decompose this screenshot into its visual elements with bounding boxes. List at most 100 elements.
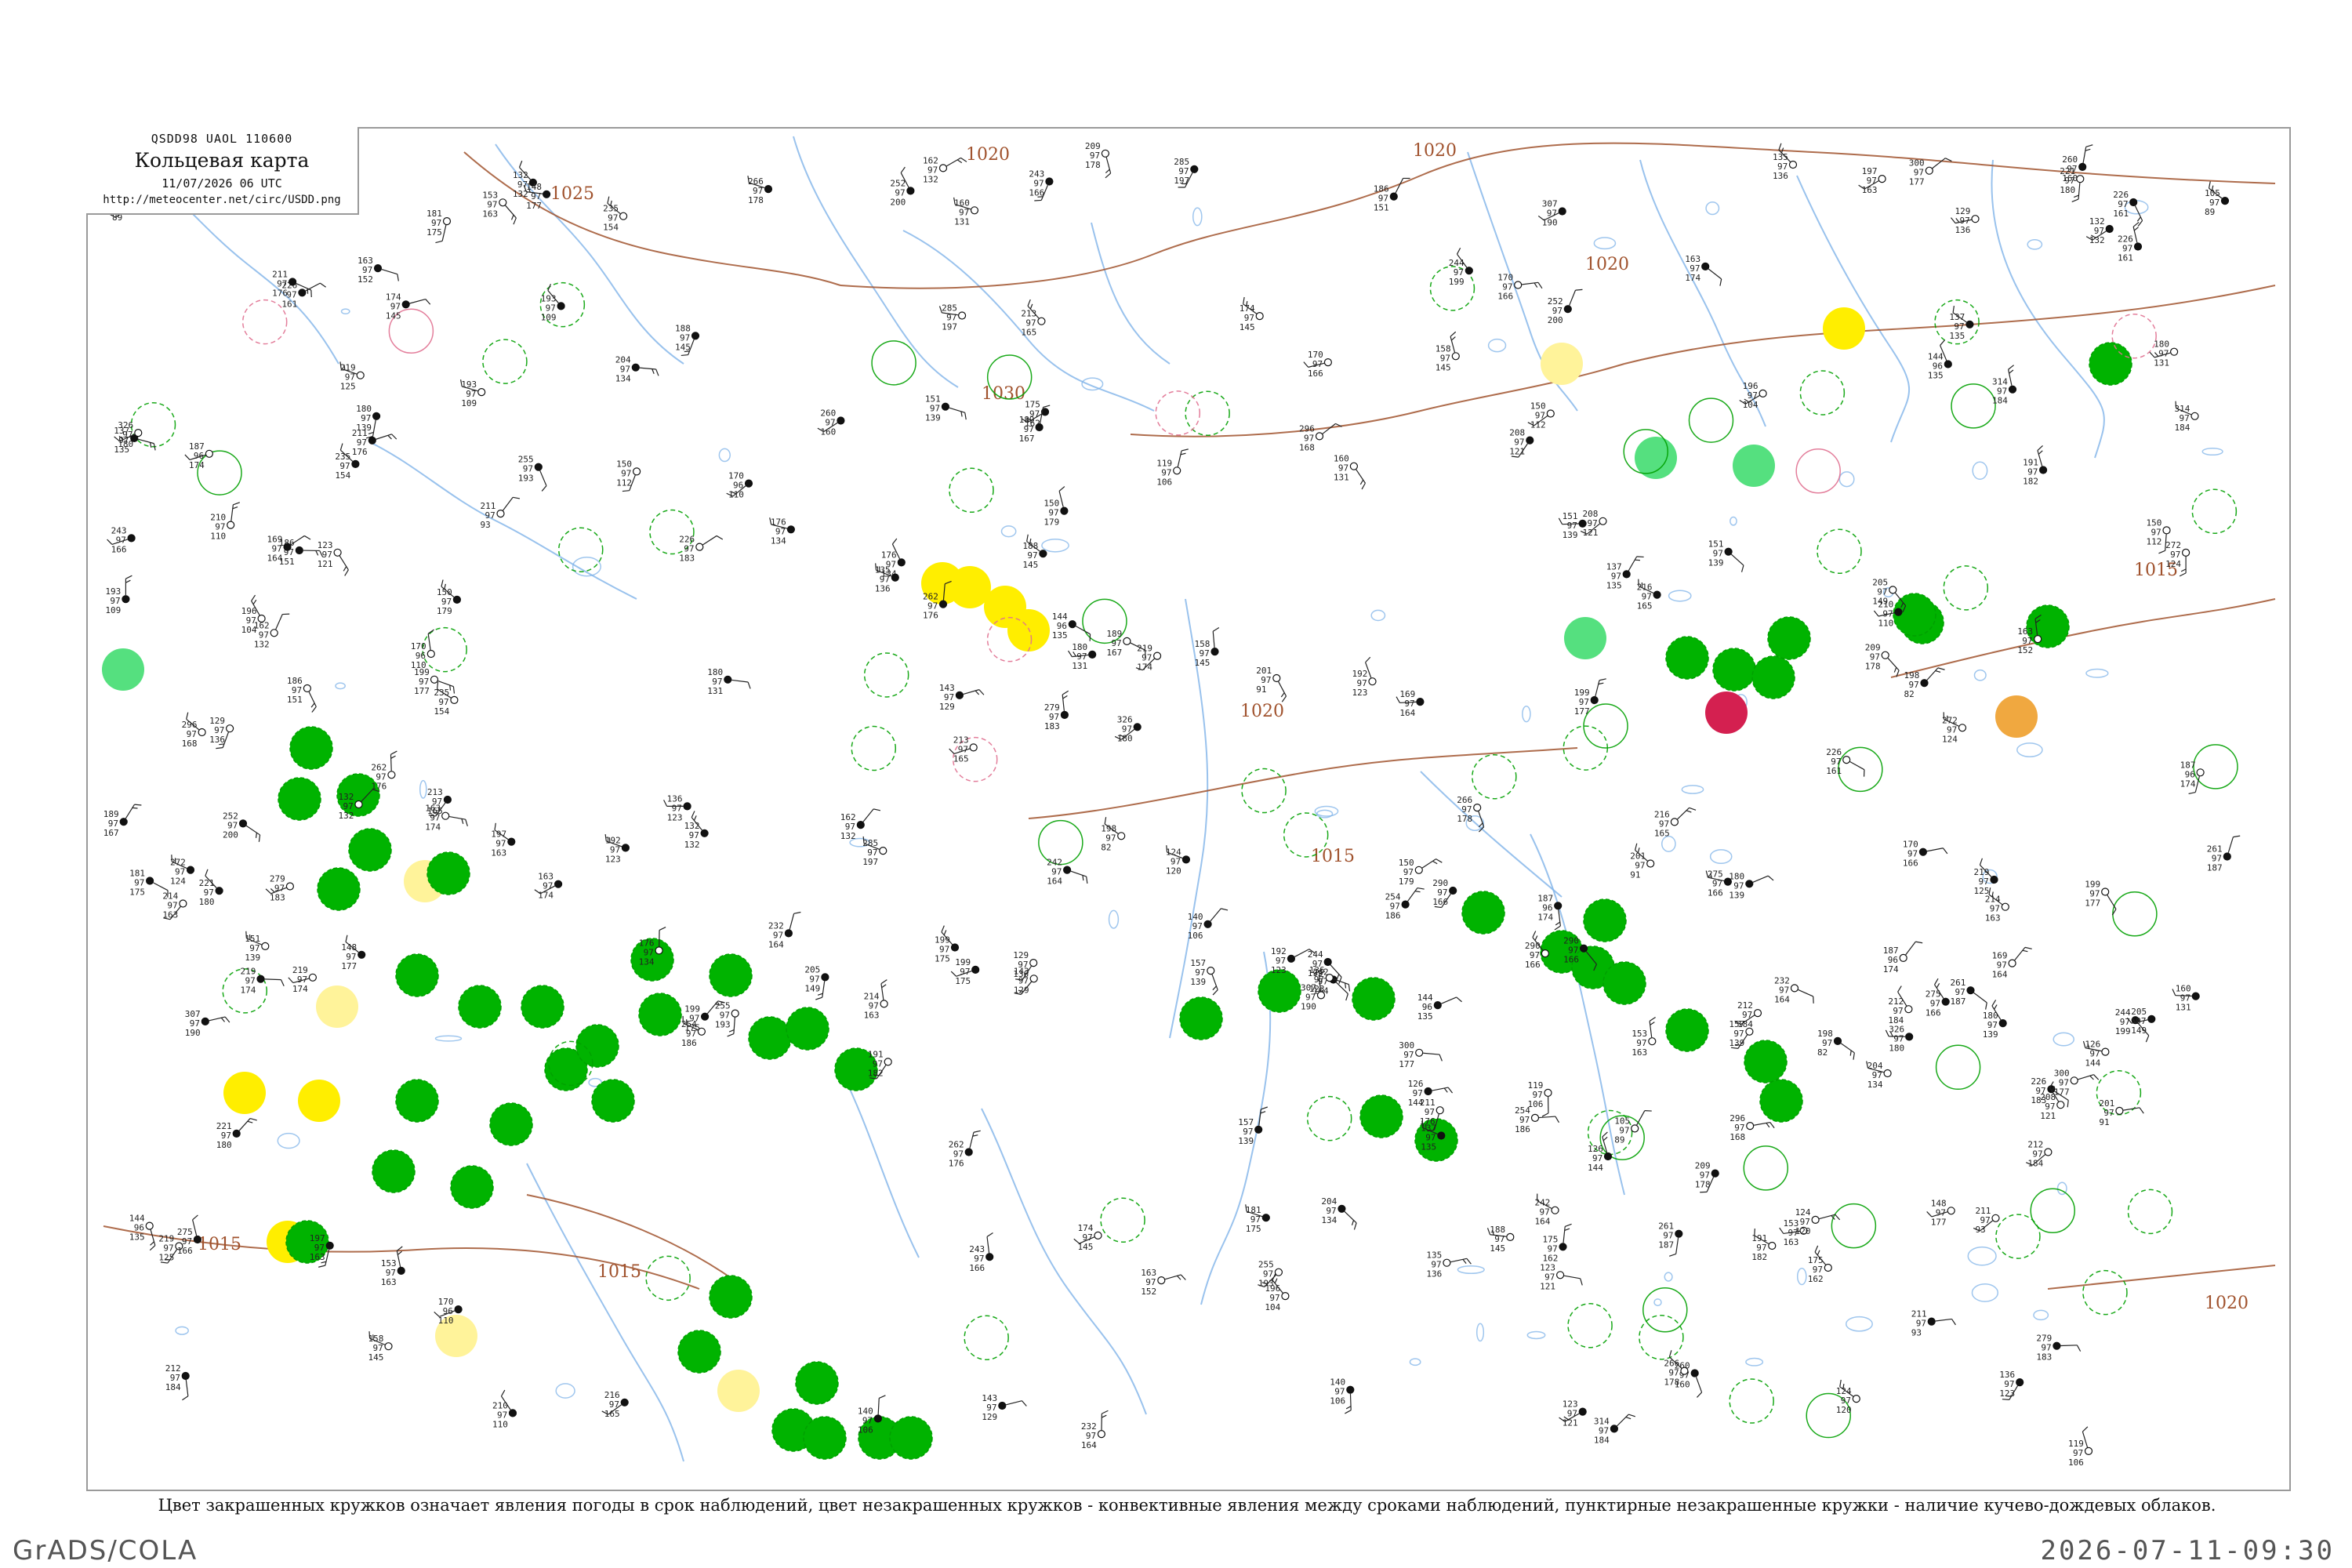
station-plot-icon — [880, 1000, 888, 1008]
station-plot-icon — [1947, 1207, 1955, 1215]
station-plot: 11997106 — [1528, 1080, 1552, 1117]
station-pressure: 174 — [1685, 273, 1700, 283]
station-pressure: 190 — [1301, 1001, 1316, 1011]
station-plot: 23297164 — [768, 911, 801, 949]
station-pressure: 123 — [605, 854, 621, 864]
station-pressure: 165 — [1654, 828, 1670, 838]
station-plot-icon — [1590, 695, 1599, 705]
map-url[interactable]: http://meteocenter.net/circ/USDD.png — [86, 194, 358, 206]
station-plot: 21997174 — [1135, 644, 1162, 673]
station-plot: 21697165 — [1637, 579, 1661, 612]
station-plot: 15197139 — [245, 931, 270, 963]
weather-fog-circle — [223, 1072, 266, 1114]
station-plot-icon — [884, 1058, 892, 1066]
station-plot-icon — [1255, 312, 1264, 321]
station-pressure: 106 — [858, 1425, 873, 1435]
station-pressure: 106 — [2068, 1457, 2084, 1468]
station-plot: 31497184 — [1992, 365, 2017, 406]
station-plot-icon — [1190, 165, 1199, 173]
weather-shower_light-circle — [102, 648, 144, 691]
isobar-line — [840, 142, 2276, 289]
station-plot-icon — [2129, 198, 2138, 207]
station-pressure: 166 — [1308, 368, 1323, 379]
wind-barb-icon — [2123, 1107, 2144, 1114]
station-plot: 12497120 — [1166, 845, 1191, 876]
station-plot-icon — [430, 675, 439, 684]
station-plot: 15197139 — [1708, 539, 1744, 572]
weather-rain-circle — [1359, 1094, 1403, 1138]
cumulonimbus-ring — [2191, 488, 2238, 534]
station-pressure: 187 — [1951, 996, 1966, 1007]
cumulonimbus-ring — [2112, 891, 2158, 937]
wind-barb-icon — [1322, 423, 1342, 434]
station-plot-icon — [325, 1241, 334, 1250]
station-plot: 25297200 — [223, 811, 261, 842]
station-plot-icon — [542, 190, 551, 198]
station-plot: 19297123 — [604, 833, 630, 864]
lake-outline — [1487, 338, 1507, 353]
station-plot: 24397166 — [107, 525, 136, 554]
lake-outline — [1457, 1265, 1485, 1275]
station-plot-icon — [1990, 875, 1998, 884]
station-plot-icon — [387, 771, 396, 779]
station-plot-icon — [941, 402, 950, 411]
station-pressure: 166 — [1903, 858, 1918, 869]
station-pressure: 91 — [2099, 1117, 2109, 1127]
wind-barb-icon — [238, 1117, 257, 1131]
wind-barb-icon — [877, 1395, 886, 1415]
wind-barb-icon — [264, 978, 285, 986]
cumulonimbus-ring — [1799, 370, 1846, 416]
cumulonimbus-ring — [1838, 746, 1883, 793]
station-plot-icon — [1555, 1271, 1565, 1279]
wind-barb-icon — [1177, 448, 1189, 467]
station-plot-icon — [1173, 466, 1181, 475]
station-plot-icon — [1037, 317, 1046, 325]
weather-rain-circle — [1352, 977, 1396, 1021]
station-plot-icon — [1971, 215, 1980, 223]
station-pressure: 177 — [2054, 1087, 2070, 1097]
station-pressure: 112 — [616, 477, 632, 488]
station-plot-icon — [1790, 984, 1799, 993]
station-plot-icon — [873, 1414, 883, 1423]
station-plot-icon — [906, 187, 915, 195]
station-pressure: 174 — [2180, 779, 2196, 789]
station-pressure: 176 — [949, 1159, 964, 1169]
station-plot: 20997178 — [1865, 643, 1900, 677]
station-pressure: 177 — [1909, 177, 1925, 187]
lake-outline — [1664, 1272, 1673, 1282]
cumulonimbus-ring — [1306, 1095, 1352, 1142]
station-plot-icon — [1622, 570, 1631, 579]
wind-barb-icon — [376, 434, 397, 440]
station-plot-icon — [1389, 192, 1398, 201]
station-pressure: 144 — [1588, 1163, 1603, 1173]
station-plot-icon — [1261, 1214, 1270, 1222]
wind-barb-icon — [1432, 1087, 1454, 1094]
cumulonimbus-ring — [1995, 1214, 2041, 1259]
lake-outline — [2016, 742, 2043, 758]
station-pressure: 180 — [199, 897, 215, 907]
wind-barb-icon — [2078, 1074, 2100, 1080]
station-plot: 28597197 — [938, 303, 967, 332]
station-pressure: 154 — [335, 470, 350, 481]
station-pressure: 109 — [541, 312, 557, 322]
station-pressure: 135 — [1417, 1011, 1433, 1022]
station-pressure: 200 — [223, 829, 238, 840]
weather-rain-circle — [278, 777, 321, 821]
station-pressure: 197 — [1174, 176, 1189, 186]
isobar-label: 1020 — [966, 145, 1010, 165]
station-plot-icon — [1060, 506, 1069, 515]
station-plot-icon — [384, 1342, 393, 1351]
station-plot-icon — [1514, 281, 1523, 289]
river-line — [1796, 175, 1910, 443]
station-pressure: 151 — [1374, 203, 1389, 213]
map-frame: 1020 1025 1020 1030 1020 1015 1020 1015 1015 1015… — [86, 127, 2291, 1491]
weather-rain-circle — [521, 985, 564, 1029]
station-plot-icon — [1653, 590, 1661, 599]
station-plot: 14897177 — [341, 935, 366, 971]
isobar-label: 1020 — [1240, 702, 1284, 721]
station-pressure: 164 — [267, 554, 283, 564]
station-plot-icon — [1599, 517, 1607, 525]
station-pressure: 145 — [368, 1352, 384, 1363]
lake-outline — [1593, 237, 1617, 250]
station-pressure: 197 — [942, 322, 957, 332]
